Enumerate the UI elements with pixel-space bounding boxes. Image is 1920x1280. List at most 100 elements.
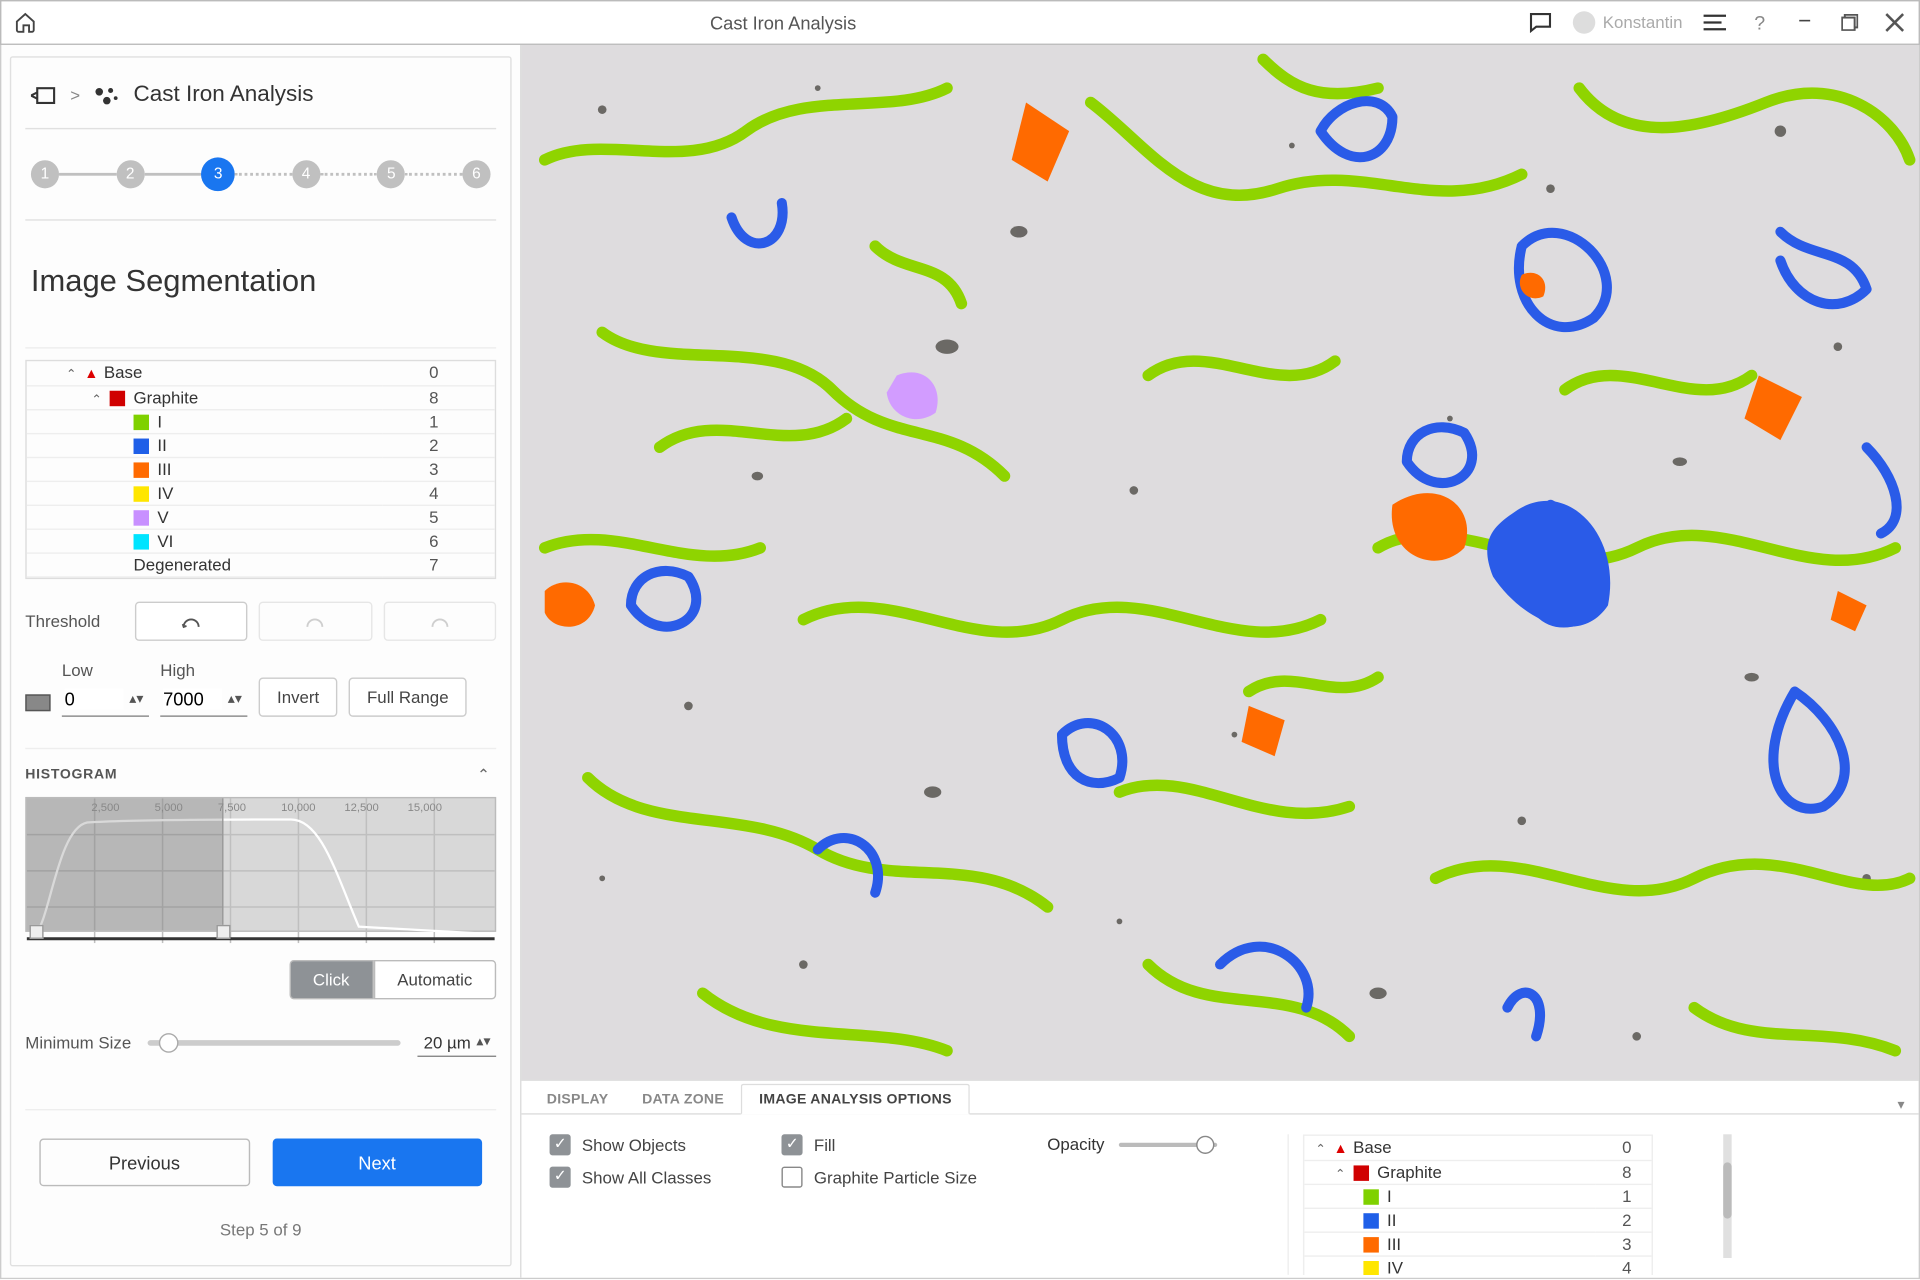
- threshold-redo2-button[interactable]: [383, 601, 496, 640]
- previous-button[interactable]: Previous: [39, 1139, 249, 1187]
- low-label: Low: [62, 660, 149, 680]
- step-6[interactable]: 6: [462, 160, 490, 188]
- class-row[interactable]: ⌃▲Base0: [1304, 1136, 1651, 1160]
- tree-toggle-icon[interactable]: ⌃: [66, 367, 80, 382]
- home-icon[interactable]: [13, 10, 38, 35]
- minimize-icon[interactable]: −: [1792, 10, 1817, 35]
- high-value[interactable]: [163, 688, 222, 709]
- chat-icon[interactable]: [1528, 10, 1553, 35]
- particle-size-checkbox[interactable]: Graphite Particle Size: [782, 1167, 977, 1188]
- titlebar: Cast Iron Analysis Konstantin ? −: [0, 0, 1920, 45]
- min-size-thumb[interactable]: [159, 1033, 179, 1053]
- tree-toggle-icon[interactable]: ⌃: [1335, 1166, 1349, 1181]
- tab-analysis-options[interactable]: IMAGE ANALYSIS OPTIONS: [741, 1084, 970, 1115]
- class-name: II: [157, 435, 166, 455]
- segment-mode-toggle: Click Automatic: [25, 959, 496, 998]
- tab-datazone[interactable]: DATA ZONE: [625, 1085, 741, 1113]
- bottom-class-tree-wrap: ⌃▲Base0⌃Graphite8I1II2III3IV4: [1287, 1134, 1652, 1275]
- class-row[interactable]: ⌃Graphite8: [27, 385, 495, 409]
- class-row[interactable]: III3: [27, 457, 495, 481]
- class-value: 3: [382, 457, 494, 481]
- hist-tick: 12,500: [344, 800, 378, 813]
- show-all-classes-checkbox[interactable]: Show All Classes: [550, 1167, 712, 1188]
- tree-toggle-icon[interactable]: ⌃: [91, 391, 105, 406]
- class-row[interactable]: Degenerated7: [27, 552, 495, 576]
- step-4[interactable]: 4: [292, 160, 320, 188]
- histogram-collapse-icon[interactable]: ⌃: [471, 763, 496, 788]
- class-name: IV: [157, 483, 173, 503]
- class-swatch: [134, 534, 149, 549]
- step-1[interactable]: 1: [31, 160, 59, 188]
- class-row[interactable]: V5: [27, 505, 495, 529]
- hist-tick: 5,000: [155, 800, 183, 813]
- hist-low-handle[interactable]: [29, 924, 43, 938]
- menu-icon[interactable]: [1702, 10, 1727, 35]
- threshold-undo-button[interactable]: [135, 601, 248, 640]
- class-row[interactable]: ⌃ Graphite 8: [1304, 1160, 1651, 1184]
- mode-auto-button[interactable]: Automatic: [373, 959, 496, 998]
- class-row[interactable]: II2: [1304, 1207, 1651, 1231]
- invert-button[interactable]: Invert: [259, 677, 338, 716]
- tab-display[interactable]: DISPLAY: [530, 1085, 625, 1113]
- hist-tick: 7,500: [218, 800, 246, 813]
- histogram[interactable]: 2,500 5,000 7,500 10,000 12,500 15,000: [25, 796, 496, 931]
- class-value: 7: [382, 552, 494, 576]
- opacity-slider[interactable]: [1119, 1142, 1217, 1146]
- low-spinner-icon[interactable]: ▴▾: [129, 691, 143, 706]
- full-range-button[interactable]: Full Range: [349, 677, 467, 716]
- min-size-spinner-icon[interactable]: ▴▾: [476, 1034, 490, 1049]
- tree-toggle-icon[interactable]: ⌃: [1315, 1142, 1329, 1157]
- close-icon[interactable]: [1882, 10, 1907, 35]
- class-row[interactable]: II2: [27, 433, 495, 457]
- min-size-slider[interactable]: [148, 1040, 401, 1046]
- step-3[interactable]: 3: [201, 157, 235, 191]
- class-row[interactable]: III 3: [1304, 1231, 1651, 1255]
- class-name: Base: [104, 363, 142, 383]
- class-swatch: [1363, 1213, 1378, 1228]
- class-value: 1: [1595, 1183, 1651, 1207]
- show-objects-checkbox[interactable]: Show Objects: [550, 1134, 712, 1155]
- checkbox-icon: [782, 1167, 803, 1188]
- mode-click-button[interactable]: Click: [289, 959, 373, 998]
- threshold-redo-button[interactable]: [259, 601, 372, 640]
- min-size-value-box[interactable]: 20 µm ▴▾: [418, 1030, 496, 1057]
- high-label: High: [160, 660, 247, 680]
- opacity-thumb[interactable]: [1196, 1135, 1214, 1153]
- user-badge[interactable]: Konstantin: [1573, 11, 1682, 33]
- class-value: 3: [1595, 1231, 1651, 1255]
- next-button[interactable]: Next: [272, 1139, 482, 1187]
- particle-size-label: Graphite Particle Size: [814, 1167, 977, 1187]
- class-name: III: [1387, 1233, 1401, 1253]
- opacity-label: Opacity: [1047, 1134, 1104, 1154]
- fill-checkbox[interactable]: Fill: [782, 1134, 977, 1155]
- class-value: 4: [1595, 1255, 1651, 1275]
- low-value[interactable]: [65, 688, 124, 709]
- class-row[interactable]: ⌃▲Base0: [27, 361, 495, 385]
- high-input[interactable]: ▴▾: [160, 685, 247, 716]
- class-value: 8: [1595, 1160, 1651, 1184]
- class-name: Graphite: [1377, 1162, 1442, 1182]
- class-name: V: [157, 507, 168, 527]
- class-row[interactable]: I1: [27, 409, 495, 433]
- class-swatch: [134, 438, 149, 453]
- class-row[interactable]: IV4: [1304, 1255, 1651, 1275]
- hist-high-handle[interactable]: [216, 924, 230, 938]
- class-row[interactable]: VI6: [27, 528, 495, 552]
- step-5[interactable]: 5: [377, 160, 405, 188]
- avatar-icon: [1573, 11, 1595, 33]
- low-input[interactable]: ▴▾: [62, 685, 149, 716]
- section-title: Image Segmentation: [25, 221, 496, 349]
- step-2[interactable]: 2: [116, 160, 144, 188]
- image-viewer[interactable]: [521, 45, 1918, 1081]
- scrollbar[interactable]: [1723, 1134, 1731, 1258]
- class-name: I: [1387, 1186, 1392, 1206]
- class-row[interactable]: IV4: [27, 481, 495, 505]
- back-icon[interactable]: [31, 83, 56, 108]
- panel-dropdown-icon[interactable]: ▾: [1897, 1098, 1904, 1113]
- stepper: 1 2 3 4 5 6: [25, 129, 496, 220]
- class-row[interactable]: I1: [1304, 1183, 1651, 1207]
- maximize-icon[interactable]: [1837, 10, 1862, 35]
- help-icon[interactable]: ?: [1747, 10, 1772, 35]
- main-area: DISPLAY DATA ZONE IMAGE ANALYSIS OPTIONS…: [521, 45, 1918, 1278]
- high-spinner-icon[interactable]: ▴▾: [228, 691, 242, 706]
